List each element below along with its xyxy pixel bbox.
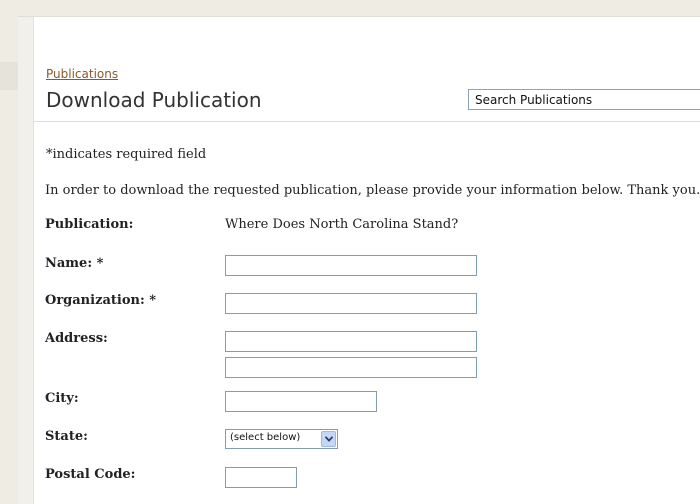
organization-label: Organization: *: [45, 293, 157, 308]
title-divider: [34, 121, 700, 122]
postal-code-input[interactable]: [225, 467, 297, 488]
address-label: Address:: [45, 331, 108, 346]
chevron-down-icon[interactable]: [321, 431, 336, 447]
search-publications-input[interactable]: [468, 89, 700, 110]
publication-value: Where Does North Carolina Stand?: [225, 217, 459, 232]
state-select[interactable]: (select below): [225, 429, 338, 449]
left-nav-band: [0, 62, 18, 90]
address-line1-input[interactable]: [225, 331, 477, 352]
state-label: State:: [45, 429, 88, 444]
publication-label: Publication:: [45, 217, 134, 232]
intro-text: In order to download the requested publi…: [45, 183, 700, 198]
top-strip: [0, 0, 700, 17]
breadcrumb-publications-link[interactable]: Publications: [46, 67, 118, 81]
required-field-note: *indicates required field: [46, 147, 207, 162]
address-line2-input[interactable]: [225, 357, 477, 378]
name-input[interactable]: [225, 255, 477, 276]
postal-code-label: Postal Code:: [45, 467, 136, 482]
state-select-value: (select below): [230, 432, 301, 443]
organization-input[interactable]: [225, 293, 477, 314]
page-title: Download Publication: [46, 88, 262, 112]
city-label: City:: [45, 391, 79, 406]
name-label: Name: *: [45, 256, 104, 271]
city-input[interactable]: [225, 391, 377, 412]
content-panel: Publications Download Publication *indic…: [33, 17, 700, 504]
